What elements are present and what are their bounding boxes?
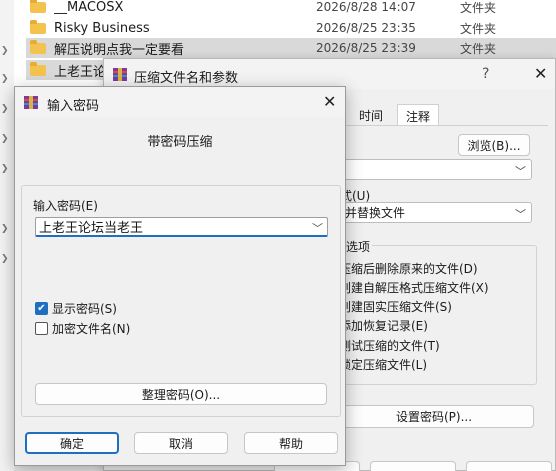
option-lock-archive[interactable]: 锁定压缩文件(L) (339, 356, 427, 373)
check-icon: ✔ (35, 302, 48, 315)
dialog-title: 压缩文件名和参数 (134, 71, 239, 86)
chevron-right-icon[interactable]: ❯ (1, 164, 9, 174)
options-label: 选项 (344, 238, 373, 255)
password-input[interactable]: 上老王论坛当老王 ﹀ (35, 217, 328, 237)
chevron-right-icon[interactable]: ❯ (1, 46, 9, 56)
folder-icon (30, 62, 48, 77)
option-test-files[interactable]: 测试压缩的文件(T) (339, 337, 440, 354)
dialog-heading: 带密码压缩 (147, 135, 213, 150)
tab-comment[interactable]: 注释 (397, 104, 440, 126)
help-button[interactable]: 帮助 (244, 432, 338, 454)
chevron-right-icon[interactable]: ❯ (1, 104, 9, 114)
chevron-right-icon[interactable]: ❯ (1, 254, 9, 264)
chevron-right-icon[interactable]: ❯ (1, 74, 9, 84)
close-icon[interactable]: ✕ (323, 92, 336, 111)
option-delete-after[interactable]: 压缩后删除原来的文件(D) (339, 260, 478, 277)
file-row[interactable]: Risky Business 2026/8/25 23:35 文件夹 (26, 18, 556, 38)
archive-name-combo[interactable]: ﹀ (340, 159, 532, 180)
cancel-button-partial[interactable] (370, 461, 456, 471)
show-password-label: 显示密码(S) (52, 302, 117, 316)
browse-button[interactable]: 浏览(B)... (458, 134, 530, 156)
cancel-button[interactable]: 取消 (134, 432, 228, 454)
password-dialog: 输入密码 ✕ 带密码压缩 输入密码(E) 上老王论坛当老王 ﹀ ✔ 显示密码(S… (14, 86, 346, 466)
file-name: Risky Business (54, 20, 150, 36)
close-icon[interactable]: ✕ (534, 64, 547, 83)
chevron-down-icon: ﹀ (515, 165, 526, 178)
password-field-label: 输入密码(E) (33, 199, 98, 213)
title-bar[interactable]: 输入密码 ✕ (15, 87, 345, 117)
encrypt-filenames-label: 加密文件名(N) (52, 322, 131, 336)
chevron-down-icon[interactable]: ﹀ (312, 220, 323, 236)
chevron-down-icon: ﹀ (515, 208, 526, 221)
navigation-pane-edge: ❯ ❯ ❯ ❯ ❯ ❯ ❯ (0, 0, 14, 471)
option-solid[interactable]: 创建固实压缩文件(S) (339, 298, 452, 315)
folder-icon (30, 0, 48, 14)
winrar-icon (113, 68, 127, 81)
organize-passwords-button[interactable]: 整理密码(O)... (35, 383, 327, 405)
title-bar[interactable]: 压缩文件名和参数 ? ✕ (104, 59, 555, 89)
update-mode-select[interactable]: 并替换文件 ﹀ (340, 202, 532, 223)
help-button-partial[interactable] (466, 461, 552, 471)
file-type: 文件夹 (460, 0, 497, 15)
option-recovery-record[interactable]: 添加恢复记录(E) (339, 317, 428, 334)
encrypt-filenames-checkbox[interactable]: 加密文件名(N) (35, 320, 130, 337)
update-mode-value: 并替换文件 (345, 206, 406, 220)
file-date: 2026/8/25 23:35 (316, 21, 416, 35)
option-sfx[interactable]: 创建自解压格式压缩文件(X) (339, 279, 489, 296)
folder-icon (30, 20, 48, 35)
file-row[interactable]: __MACOSX 2026/8/28 14:07 文件夹 (26, 0, 556, 17)
file-type: 文件夹 (460, 41, 497, 56)
checkbox-empty-icon (35, 322, 48, 335)
file-row[interactable]: 解压说明点我一定要看 2026/8/25 23:39 文件夹 (26, 38, 556, 58)
set-password-button[interactable]: 设置密码(P)... (334, 405, 534, 428)
file-date: 2026/8/28 14:07 (316, 0, 416, 14)
winrar-icon (24, 96, 38, 109)
show-password-checkbox[interactable]: ✔ 显示密码(S) (35, 300, 117, 317)
chevron-right-icon[interactable]: ❯ (1, 134, 9, 144)
file-type: 文件夹 (460, 21, 497, 36)
file-name: __MACOSX (54, 0, 124, 15)
help-button[interactable]: ? (482, 66, 489, 82)
ok-button[interactable]: 确定 (25, 432, 119, 454)
dialog-title: 输入密码 (47, 99, 100, 114)
file-date: 2026/8/25 23:39 (316, 41, 416, 55)
folder-icon (30, 40, 48, 55)
tab-time[interactable]: 时间 (351, 104, 391, 126)
chevron-right-icon[interactable]: ❯ (1, 224, 9, 234)
password-value: 上老王论坛当老王 (39, 221, 144, 236)
file-name: 解压说明点我一定要看 (54, 42, 185, 58)
